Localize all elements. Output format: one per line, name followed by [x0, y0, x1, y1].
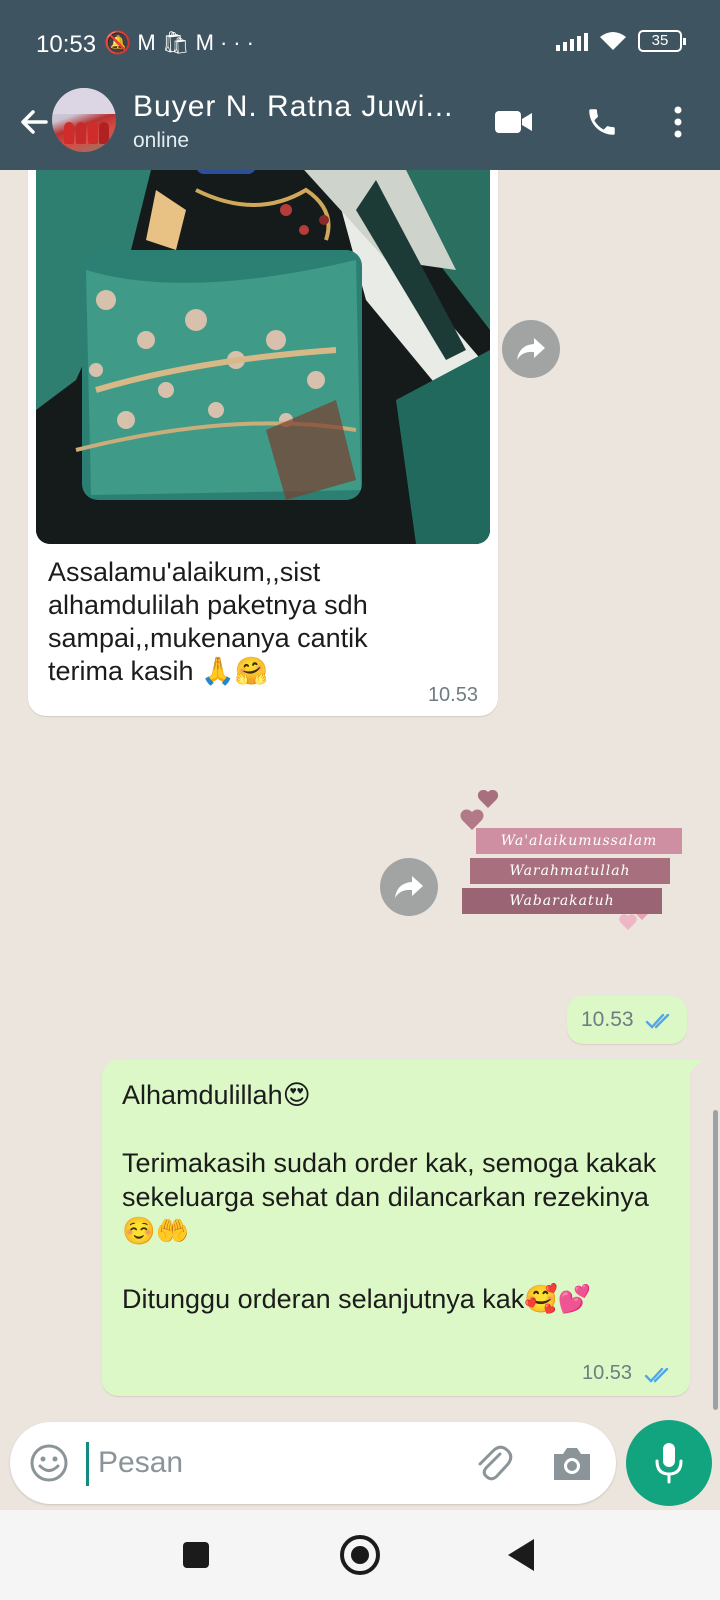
forward-button[interactable]: [502, 320, 560, 378]
read-ticks-icon: [644, 1367, 669, 1383]
battery-icon: 35: [638, 30, 686, 52]
battery-level: 35: [651, 32, 669, 49]
phone-icon: [589, 109, 615, 135]
sticker-line-3: Wabarakatuh: [462, 888, 662, 914]
chat-area[interactable]: Assalamu'alaikum,,sist alhamdulilah pake…: [0, 170, 720, 1420]
status-right: 35: [556, 30, 686, 52]
back-icon[interactable]: [508, 1539, 534, 1571]
sticker-message[interactable]: Wa'alaikumussalam Warahmatullah Wabaraka…: [460, 790, 684, 938]
message-photo[interactable]: [36, 170, 490, 544]
recents-icon[interactable]: [183, 1542, 209, 1568]
message-paragraph: Alhamdulillah😍: [122, 1080, 311, 1110]
sticker-line-2: Warahmatullah: [470, 858, 670, 884]
attach-icon[interactable]: [472, 1442, 514, 1484]
message-paragraph: [122, 1248, 662, 1282]
system-nav-bar: [0, 1510, 720, 1600]
read-ticks-icon: [645, 1013, 670, 1029]
sticker-line-1: Wa'alaikumussalam: [476, 828, 682, 854]
incoming-message[interactable]: Assalamu'alaikum,,sist alhamdulilah pake…: [28, 170, 498, 716]
notification-icons: 🔕M🛍M···: [104, 30, 260, 55]
sticker-timestamp: 10.53: [567, 996, 687, 1044]
home-icon[interactable]: [340, 1535, 380, 1575]
forward-icon: [517, 338, 545, 360]
contact-status: online: [133, 129, 190, 152]
outgoing-message[interactable]: Alhamdulillah😍 Terimakasih sudah order k…: [102, 1060, 702, 1396]
message-paragraph: Ditunggu orderan selanjutnya kak🥰💕: [122, 1284, 592, 1314]
message-composer: Pesan: [10, 1422, 616, 1504]
mic-icon: [655, 1443, 683, 1484]
signal-icon: [556, 31, 588, 51]
outgoing-message-text: Alhamdulillah😍 Terimakasih sudah order k…: [122, 1078, 662, 1316]
menu-button[interactable]: [656, 100, 700, 144]
wifi-icon: [600, 32, 626, 50]
emoji-icon[interactable]: [28, 1442, 70, 1484]
chat-header: Buyer N. Ratna Juwi... online: [0, 88, 720, 170]
video-call-icon: [495, 111, 532, 133]
message-paragraph: Terimakasih sudah order kak, semoga kaka…: [122, 1148, 657, 1246]
back-arrow-icon[interactable]: [14, 102, 54, 142]
sticker-time: 10.53: [581, 1008, 634, 1031]
contact-name[interactable]: Buyer N. Ratna Juwi...: [133, 90, 453, 124]
status-bar: 10:53 🔕M🛍M··· 35: [0, 0, 720, 88]
voice-call-button[interactable]: [580, 100, 624, 144]
forward-button[interactable]: [380, 858, 438, 916]
video-call-button[interactable]: [492, 100, 536, 144]
contact-avatar[interactable]: [52, 88, 116, 152]
message-input[interactable]: Pesan: [98, 1446, 183, 1480]
menu-kebab-icon: [674, 106, 682, 138]
camera-icon[interactable]: [550, 1444, 594, 1484]
mic-button[interactable]: [626, 1420, 712, 1506]
forward-icon: [395, 876, 423, 898]
text-cursor: [86, 1442, 89, 1486]
outgoing-message-time: 10.53: [582, 1362, 633, 1384]
message-paragraph: [122, 1112, 662, 1146]
scrollbar[interactable]: [713, 1110, 718, 1410]
incoming-message-text: Assalamu'alaikum,,sist alhamdulilah pake…: [48, 557, 368, 686]
incoming-message-time: 10.53: [427, 684, 478, 706]
status-time: 10:53: [36, 31, 97, 58]
photo-content: [36, 170, 490, 544]
